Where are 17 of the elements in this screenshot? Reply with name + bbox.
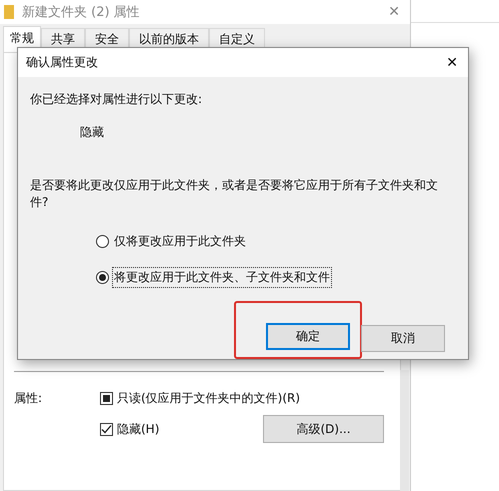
- confirm-button[interactable]: 确定: [266, 323, 350, 350]
- folder-icon: [4, 5, 14, 19]
- question-text: 是否要将此更改仅应用于此文件夹，或者是否要将它应用于所有子文件夹和文件?: [30, 177, 439, 211]
- radio-option[interactable]: 仅将更改应用于此文件夹: [96, 231, 456, 252]
- attributes-label: 属性:: [14, 390, 44, 407]
- checkmark-icon: [101, 424, 112, 434]
- advanced-button[interactable]: 高级(D)...: [263, 415, 384, 443]
- intro-text: 你已经选择对属性进行以下更改:: [30, 91, 204, 108]
- cancel-button[interactable]: 取消: [361, 325, 445, 352]
- close-icon[interactable]: ✕: [380, 4, 408, 20]
- checkbox[interactable]: 隐藏(H): [100, 420, 160, 438]
- dialog-title: 确认属性更改: [26, 54, 98, 71]
- window-title: 新建文件夹 (2) 属性: [22, 4, 141, 21]
- change-text: 隐藏: [80, 124, 105, 141]
- checkbox[interactable]: 只读(仅应用于文件夹中的文件)(R): [100, 390, 300, 407]
- close-icon[interactable]: ✕: [442, 54, 462, 70]
- mixed-mark-icon: [103, 395, 110, 402]
